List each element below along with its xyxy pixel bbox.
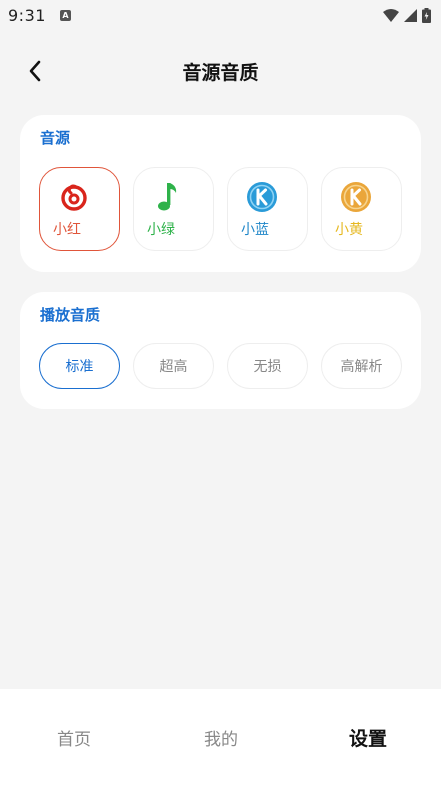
status-bar: 9:31 A bbox=[0, 0, 441, 30]
quality-option-lossless[interactable]: 无损 bbox=[227, 343, 308, 389]
quality-list: 标准 超高 无损 高解析 bbox=[39, 343, 402, 389]
wifi-icon bbox=[383, 8, 399, 22]
status-icons bbox=[383, 7, 431, 23]
kugou-blue-icon bbox=[247, 182, 277, 212]
quality-card: 播放音质 标准 超高 无损 高解析 bbox=[20, 292, 421, 409]
bottom-nav: 首页 我的 设置 bbox=[0, 689, 441, 785]
page-title: 音源音质 bbox=[182, 62, 259, 84]
source-option-xiaolv[interactable]: 小绿 bbox=[133, 167, 214, 251]
quality-option-hires[interactable]: 高解析 bbox=[321, 343, 402, 389]
app-notification-icon: A bbox=[59, 9, 71, 21]
source-list: 小红 小绿 小蓝 小黄 bbox=[39, 167, 402, 251]
battery-icon bbox=[422, 7, 431, 23]
quality-option-standard[interactable]: 标准 bbox=[39, 343, 120, 389]
quality-option-high[interactable]: 超高 bbox=[133, 343, 214, 389]
source-option-xiaohong[interactable]: 小红 bbox=[39, 167, 120, 251]
status-time: 9:31 bbox=[8, 5, 46, 25]
kuwo-yellow-icon bbox=[341, 182, 371, 212]
nav-item-home[interactable]: 首页 bbox=[24, 725, 124, 750]
signal-icon bbox=[404, 8, 417, 22]
source-card: 音源 小红 小绿 小蓝 小黄 bbox=[20, 115, 421, 272]
source-section-title: 音源 bbox=[40, 129, 71, 147]
source-label: 小黄 bbox=[335, 222, 363, 238]
source-label: 小蓝 bbox=[241, 222, 269, 238]
nav-item-settings[interactable]: 设置 bbox=[318, 724, 418, 751]
quality-section-title: 播放音质 bbox=[40, 306, 101, 324]
source-label: 小红 bbox=[53, 222, 81, 238]
netease-icon bbox=[61, 184, 87, 211]
nav-item-mine[interactable]: 我的 bbox=[171, 725, 271, 750]
source-option-xiaolan[interactable]: 小蓝 bbox=[227, 167, 308, 251]
music-note-icon bbox=[158, 183, 177, 211]
header: 音源音质 bbox=[0, 50, 441, 92]
source-option-xiaohuang[interactable]: 小黄 bbox=[321, 167, 402, 251]
source-label: 小绿 bbox=[147, 222, 175, 238]
